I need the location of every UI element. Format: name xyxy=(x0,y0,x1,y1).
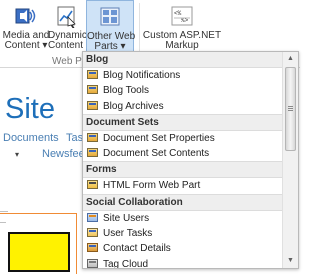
menu-item-label: Contact Details xyxy=(103,243,171,255)
contact-icon xyxy=(87,243,98,253)
menu-item-user-tasks[interactable]: User Tasks xyxy=(83,226,284,241)
users-icon xyxy=(87,212,98,222)
menu-item-label: Tag Cloud xyxy=(103,258,149,269)
menu-item-label: Document Set Contents xyxy=(103,148,210,160)
menu-item-label: HTML Form Web Part xyxy=(103,180,201,192)
web-parts-list: Blog Blog Notifications Blog Tools Blog … xyxy=(83,52,284,269)
grip-icon xyxy=(288,106,293,107)
menu-item-label: Document Set Properties xyxy=(103,132,215,144)
menu-item-blog-tools[interactable]: Blog Tools xyxy=(83,83,284,98)
category-forms: Forms xyxy=(83,161,284,179)
chevron-down-icon: ▾ xyxy=(42,40,48,51)
web-part-icon xyxy=(87,132,98,142)
highlighted-web-part[interactable] xyxy=(8,232,70,272)
menu-item-document-set-properties[interactable]: Document Set Properties xyxy=(83,131,284,146)
menu-item-label: User Tasks xyxy=(103,228,153,240)
tag-cloud-icon xyxy=(87,258,98,268)
markup-code-icon: <% %> xyxy=(169,4,195,28)
category-social-collaboration: Social Collaboration xyxy=(83,193,284,211)
divider xyxy=(0,211,8,212)
other-web-parts-button[interactable]: Other Web Parts ▾ xyxy=(86,0,135,58)
nav-link-documents[interactable]: Documents xyxy=(3,132,59,144)
scroll-up-arrow-icon[interactable]: ▲ xyxy=(283,52,298,66)
menu-item-html-form-web-part[interactable]: HTML Form Web Part xyxy=(83,178,284,193)
menu-item-site-users[interactable]: Site Users xyxy=(83,211,284,226)
menu-item-tag-cloud[interactable]: Tag Cloud xyxy=(83,257,284,269)
menu-item-blog-archives[interactable]: Blog Archives xyxy=(83,99,284,114)
custom-aspnet-markup-button[interactable]: <% %> Custom ASP.NET Markup xyxy=(142,0,222,56)
form-icon xyxy=(87,180,98,190)
category-document-sets: Document Sets xyxy=(83,113,284,131)
media-and-content-button[interactable]: Media and Content ▾ xyxy=(1,0,51,56)
category-blog: Blog xyxy=(83,52,284,68)
chevron-down-icon[interactable]: ▾ xyxy=(15,150,19,159)
menu-item-blog-notifications[interactable]: Blog Notifications xyxy=(83,68,284,83)
menu-item-label: Blog Notifications xyxy=(103,70,181,81)
menu-item-document-set-contents[interactable]: Document Set Contents xyxy=(83,146,284,161)
custom-aspnet-markup-label-2: Markup xyxy=(165,40,199,51)
web-parts-grid-icon xyxy=(97,5,123,29)
web-part-icon xyxy=(87,100,98,110)
dynamic-content-label-2: Content xyxy=(48,40,84,51)
page-title: Site xyxy=(5,93,55,125)
speaker-media-icon xyxy=(13,4,39,28)
menu-scrollbar[interactable]: ▲ ▼ xyxy=(282,52,298,268)
menu-item-label: Blog Tools xyxy=(103,85,149,97)
scroll-down-arrow-icon[interactable]: ▼ xyxy=(283,254,298,268)
menu-item-contact-details[interactable]: Contact Details xyxy=(83,241,284,256)
web-part-icon xyxy=(87,70,98,79)
menu-item-label: Blog Archives xyxy=(103,100,164,112)
media-and-content-label-2: Content xyxy=(4,40,40,51)
menu-item-label: Site Users xyxy=(103,212,150,224)
dynamic-content-button[interactable]: Dynamic Content ▾ xyxy=(48,0,91,56)
web-part-icon xyxy=(87,148,98,158)
web-part-icon xyxy=(87,85,98,95)
web-parts-dropdown: Blog Blog Notifications Blog Tools Blog … xyxy=(82,51,299,269)
tasks-icon xyxy=(87,228,98,238)
svg-text:<%: <% xyxy=(174,10,182,17)
chart-dynamic-icon xyxy=(54,4,80,29)
scrollbar-thumb[interactable] xyxy=(285,67,296,151)
